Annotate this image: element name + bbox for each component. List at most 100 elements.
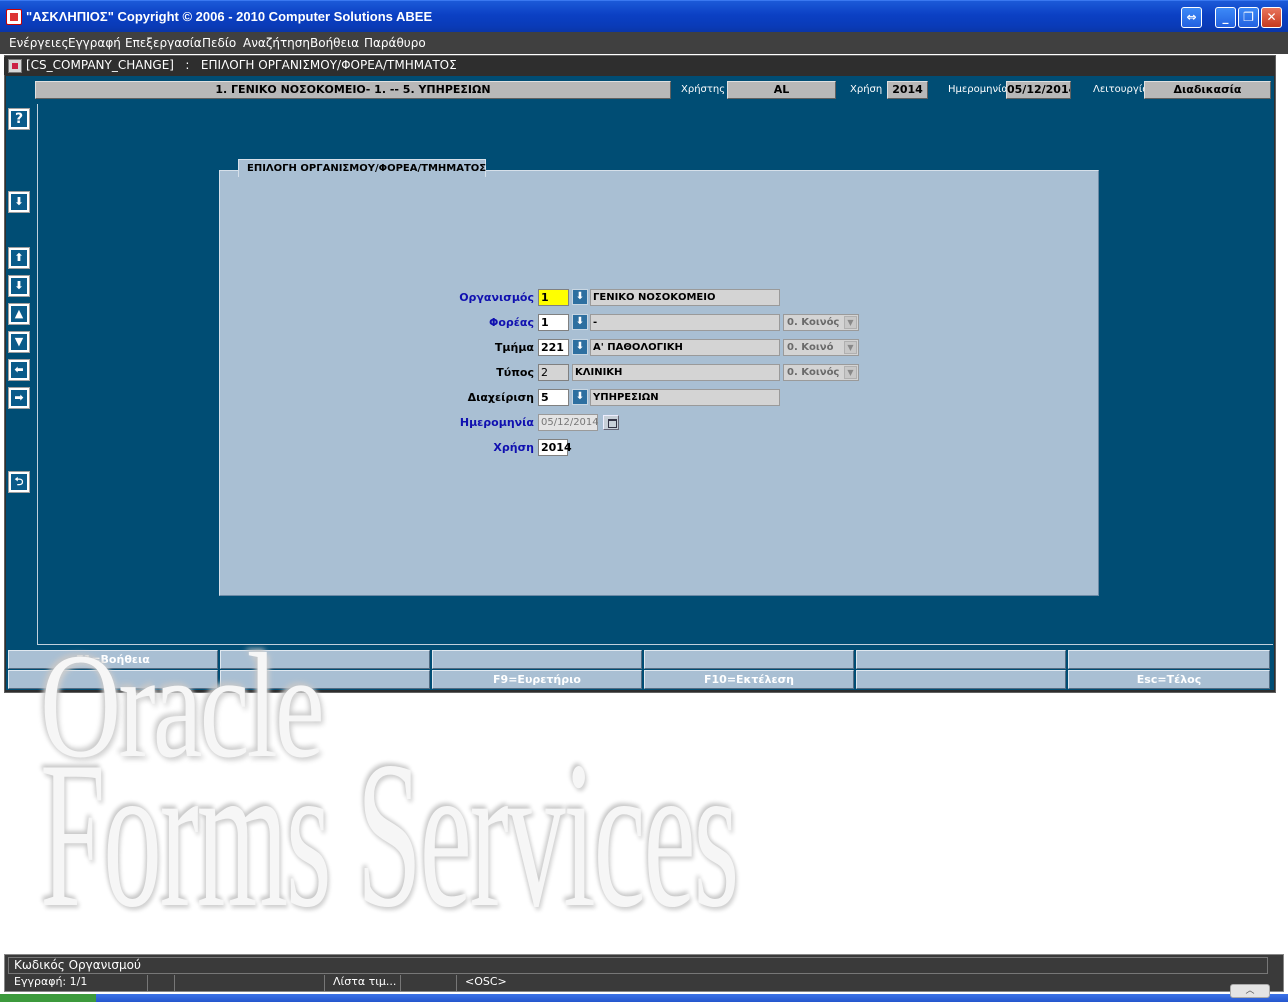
department-description: Α' ΠΑΘΟΛΟΓΙΚΗ [590, 339, 780, 356]
chevron-down-icon: ▼ [844, 366, 857, 379]
minimize-button[interactable]: _ [1215, 7, 1236, 28]
function-key-empty[interactable] [644, 650, 854, 669]
windows-taskbar [0, 994, 1288, 1002]
status-message: Κωδικός Οργανισμού [8, 957, 1268, 974]
function-key-empty[interactable] [1068, 650, 1270, 669]
organization-lov-button[interactable]: ⬇ [572, 289, 588, 305]
status-cell-empty [148, 975, 175, 991]
entity-type-select[interactable]: 0. Κοινός ▼ [783, 314, 859, 331]
panel-title: ΕΠΙΛΟΓΗ ΟΡΓΑΝΙΣΜΟΥ/ΦΟΡΕΑ/ΤΜΗΜΑΤΟΣ [238, 159, 486, 177]
menu-help[interactable]: Βοήθεια [310, 36, 359, 50]
header-user-label: Χρήστης [681, 84, 726, 95]
header-date-label: Ημερομηνία [948, 84, 1009, 95]
arrow-down-icon: ⬇ [11, 278, 27, 294]
menu-window[interactable]: Παράθυρο [364, 36, 426, 50]
header-org-info: 1. ΓΕΝΙΚΟ ΝΟΣΟΚΟΜΕΙΟ- 1. -- 5. ΥΠΗΡΕΣΙΩΝ [35, 81, 671, 99]
fiscal-year-label: Χρήση [493, 441, 534, 454]
chevron-down-icon: ▼ [844, 316, 857, 329]
menu-edit[interactable]: Επεξεργασία [125, 36, 202, 50]
menu-field[interactable]: Πεδίο [202, 36, 236, 50]
window-title: "ΑΣΚΛΗΠΙΟΣ" Copyright © 2006 - 2010 Comp… [26, 9, 433, 24]
esc-exit-key[interactable]: Esc=Τέλος [1068, 670, 1270, 689]
status-cell-empty [401, 975, 457, 991]
list-of-values-button[interactable]: ⬇ [8, 191, 30, 213]
f9-index-key[interactable]: F9=Ευρετήριο [432, 670, 642, 689]
entity-label: Φορέας [489, 316, 534, 329]
department-code-input[interactable]: 221 [538, 339, 569, 356]
header-function-value: Διαδικασία [1144, 81, 1271, 99]
entity-lov-button[interactable]: ⬇ [572, 314, 588, 330]
management-description: ΥΠΗΡΕΣΙΩΝ [590, 389, 780, 406]
lov-icon: ⬇ [11, 194, 27, 210]
function-key-empty[interactable] [432, 650, 642, 669]
function-key-empty[interactable] [856, 650, 1066, 669]
menu-record[interactable]: Εγγραφή [68, 36, 121, 50]
header-year-label: Χρήση [850, 84, 883, 95]
type-code-field: 2 [538, 364, 569, 381]
type-select-value: 0. Κοινός [787, 367, 840, 378]
selection-panel [219, 170, 1099, 596]
type-select[interactable]: 0. Κοινός ▼ [783, 364, 859, 381]
chevron-down-icon: ▼ [844, 341, 857, 354]
f10-execute-key[interactable]: F10=Εκτέλεση [644, 670, 854, 689]
header-date-value: 05/12/2014 [1006, 81, 1071, 99]
last-record-button[interactable]: ⬇ [8, 275, 30, 297]
menu-search[interactable]: Αναζήτηση [243, 36, 310, 50]
form-title: [CS_COMPANY_CHANGE] : ΕΠΙΛΟΓΗ ΟΡΓΑΝΙΣΜΟΥ… [26, 58, 457, 72]
next-record-button[interactable]: ▼ [8, 331, 30, 353]
entity-code-input[interactable]: 1 [538, 314, 569, 331]
arrow-up-icon: ⬆ [11, 250, 27, 266]
tray-expand-icon[interactable]: ︿ [1230, 984, 1270, 998]
return-icon: ⮌ [11, 474, 27, 490]
entity-type-value: 0. Κοινός [787, 317, 840, 328]
java-app-icon [6, 9, 22, 25]
type-description: ΚΛΙΝΙΚΗ [572, 364, 780, 381]
header-year-value: 2014 [887, 81, 928, 99]
help-button[interactable]: ? [8, 108, 30, 130]
triangle-down-icon: ▼ [11, 334, 27, 350]
date-field[interactable]: 05/12/2014 [538, 414, 599, 431]
watermark-line-2: Forms Services [40, 719, 739, 951]
exit-button[interactable]: ⮌ [8, 471, 30, 493]
management-lov-button[interactable]: ⬇ [572, 389, 588, 405]
resize-button[interactable]: ⇔ [1181, 7, 1202, 28]
organization-code-input[interactable]: 1 [538, 289, 569, 306]
maximize-button[interactable]: ❐ [1238, 7, 1259, 28]
close-button[interactable]: ✕ [1261, 7, 1282, 28]
organization-label: Οργανισμός [459, 291, 534, 304]
fiscal-year-input[interactable]: 2014 [538, 439, 572, 456]
status-list-values: Λίστα τιμ... [329, 975, 401, 991]
status-record: Εγγραφή: 1/1 [10, 975, 148, 991]
status-osc: <OSC> [465, 975, 507, 988]
first-record-button[interactable]: ⬆ [8, 247, 30, 269]
help-icon: ? [11, 111, 27, 127]
previous-block-button[interactable]: ⬅ [8, 359, 30, 381]
department-type-select[interactable]: 0. Κοινό ▼ [783, 339, 859, 356]
function-key-empty[interactable] [856, 670, 1066, 689]
department-label: Τμήμα [494, 341, 534, 354]
status-cell-empty [175, 975, 325, 991]
start-button[interactable] [0, 994, 96, 1002]
previous-record-button[interactable]: ▲ [8, 303, 30, 325]
form-icon [8, 59, 22, 73]
application-window: "ΑΣΚΛΗΠΙΟΣ" Copyright © 2006 - 2010 Comp… [0, 0, 1288, 1002]
menu-actions[interactable]: Ενέργειες [9, 36, 69, 50]
calendar-icon[interactable] [603, 415, 619, 430]
department-type-value: 0. Κοινό [787, 342, 834, 353]
arrow-right-icon: ➡ [11, 390, 27, 406]
date-label: Ημερομηνία [459, 416, 534, 429]
triangle-up-icon: ▲ [11, 306, 27, 322]
type-label: Τύπος [496, 366, 534, 379]
entity-description: - [590, 314, 780, 331]
menu-bar: Ενέργειες Εγγραφή Επεξεργασία Πεδίο Αναζ… [0, 32, 1288, 54]
department-lov-button[interactable]: ⬇ [572, 339, 588, 355]
header-user-value: AL [727, 81, 836, 99]
header-function-label: Λειτουργία [1093, 84, 1149, 95]
management-label: Διαχείριση [467, 391, 534, 404]
form-title-bar: [CS_COMPANY_CHANGE] : ΕΠΙΛΟΓΗ ΟΡΓΑΝΙΣΜΟΥ… [4, 57, 1274, 75]
next-block-button[interactable]: ➡ [8, 387, 30, 409]
arrow-left-icon: ⬅ [11, 362, 27, 378]
title-bar: "ΑΣΚΛΗΠΙΟΣ" Copyright © 2006 - 2010 Comp… [0, 0, 1288, 32]
management-code-input[interactable]: 5 [538, 389, 569, 406]
organization-description: ΓΕΝΙΚΟ ΝΟΣΟΚΟΜΕΙΟ [590, 289, 780, 306]
